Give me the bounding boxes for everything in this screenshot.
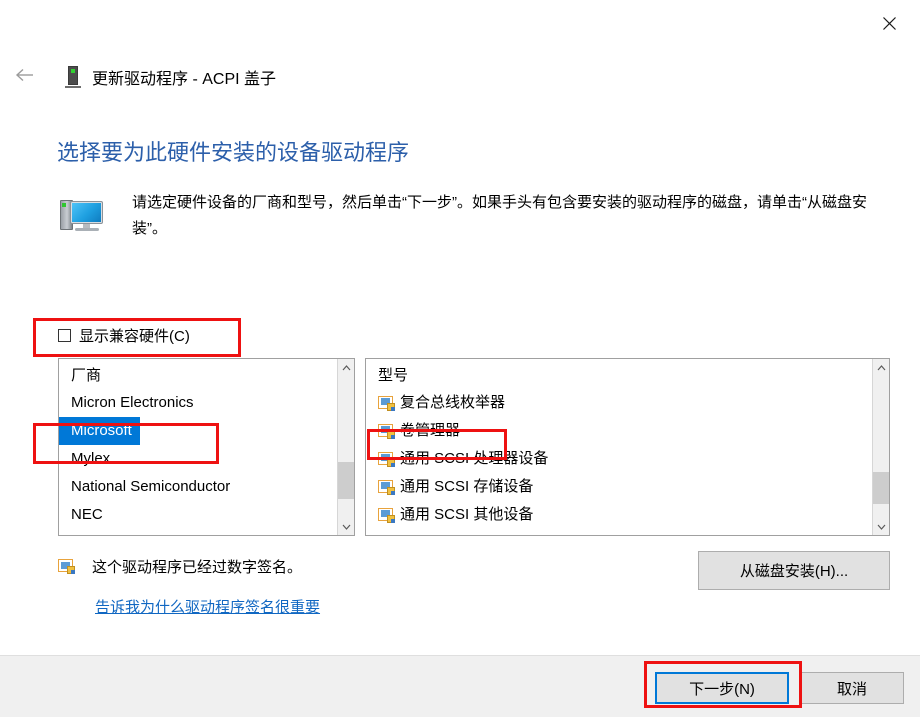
- driver-icon: [378, 451, 395, 467]
- wizard-title: 更新驱动程序 - ACPI 盖子: [92, 71, 277, 88]
- list-item-selected[interactable]: Microsoft: [59, 417, 140, 445]
- next-button[interactable]: 下一步(N): [655, 672, 789, 704]
- driver-icon: [378, 395, 395, 411]
- model-listbox[interactable]: 型号 复合总线枚举器 卷管理器 通用 SCSI 处理器设备 通用 SCSI 存储…: [365, 358, 890, 536]
- signature-help-link[interactable]: 告诉我为什么驱动程序签名很重要: [95, 596, 320, 617]
- manufacturer-list-inner: 厂商 Micron Electronics Microsoft Mylex Na…: [59, 359, 337, 535]
- show-compatible-hardware-checkbox[interactable]: 显示兼容硬件(C): [58, 325, 190, 346]
- list-item-label: 通用 SCSI 存储设备: [400, 478, 534, 495]
- list-item[interactable]: 通用 SCSI 存储设备: [366, 473, 872, 501]
- list-item[interactable]: 复合总线枚举器: [366, 389, 872, 417]
- list-item[interactable]: NEC: [59, 501, 337, 529]
- scrollbar-down-button[interactable]: [873, 518, 889, 535]
- list-item-label: 通用 SCSI 处理器设备: [400, 450, 549, 467]
- list-item-label: NEC: [71, 506, 103, 523]
- cancel-button[interactable]: 取消: [800, 672, 904, 704]
- list-item-row: Microsoft: [59, 417, 337, 445]
- list-item[interactable]: 通用 SCSI 处理器设备: [366, 445, 872, 473]
- scrollbar-up-button[interactable]: [338, 359, 354, 376]
- scrollbar-up-button[interactable]: [873, 359, 889, 376]
- list-item-label: Micron Electronics: [71, 394, 194, 411]
- description-text: 请选定硬件设备的厂商和型号，然后单击“下一步”。如果手头有包含要安装的驱动程序的…: [132, 194, 867, 237]
- wizard-header: 更新驱动程序 - ACPI 盖子: [0, 60, 920, 94]
- list-item[interactable]: 通用 SCSI 其他设备: [366, 501, 872, 529]
- list-item-label: 卷管理器: [400, 422, 461, 439]
- list-item[interactable]: National Semiconductor: [59, 473, 337, 501]
- driver-icon: [378, 423, 395, 439]
- manufacturer-column-header: 厂商: [71, 367, 102, 384]
- device-icon: [64, 66, 82, 88]
- list-item-label: Microsoft: [71, 422, 132, 439]
- driver-icon: [378, 479, 395, 495]
- scrollbar-thumb[interactable]: [338, 462, 354, 499]
- description-block: 请选定硬件设备的厂商和型号，然后单击“下一步”。如果手头有包含要安装的驱动程序的…: [57, 190, 887, 242]
- close-button[interactable]: [866, 8, 912, 38]
- back-button[interactable]: [8, 60, 42, 94]
- list-item[interactable]: Mylex: [59, 445, 337, 473]
- list-item-label: National Semiconductor: [71, 478, 231, 495]
- list-item[interactable]: 卷管理器: [366, 417, 872, 445]
- list-item-label: 复合总线枚举器: [400, 394, 506, 411]
- model-column-header: 型号: [378, 367, 409, 384]
- computer-icon: [57, 194, 107, 240]
- driver-selection-lists: 厂商 Micron Electronics Microsoft Mylex Na…: [58, 358, 890, 536]
- scrollbar-thumb[interactable]: [873, 472, 889, 504]
- page-title: 选择要为此硬件安装的设备驱动程序: [57, 140, 410, 165]
- have-disk-button[interactable]: 从磁盘安装(H)...: [698, 551, 890, 590]
- list-item-label: Mylex: [71, 450, 111, 467]
- driver-signature-row: 这个驱动程序已经过数字签名。: [58, 556, 302, 577]
- driver-signed-icon: [58, 559, 75, 574]
- list-item[interactable]: Micron Electronics: [59, 389, 337, 417]
- scrollbar-down-button[interactable]: [338, 518, 354, 535]
- checkbox-label: 显示兼容硬件(C): [79, 328, 190, 345]
- list-item-label: 通用 SCSI 其他设备: [400, 506, 534, 523]
- manufacturer-scrollbar[interactable]: [337, 359, 354, 535]
- back-arrow-icon: [15, 68, 35, 87]
- model-scrollbar[interactable]: [872, 359, 889, 535]
- manufacturer-listbox[interactable]: 厂商 Micron Electronics Microsoft Mylex Na…: [58, 358, 355, 536]
- signature-text: 这个驱动程序已经过数字签名。: [92, 559, 303, 576]
- driver-icon: [378, 507, 395, 523]
- checkbox-box[interactable]: [58, 329, 71, 342]
- footer-bar: 下一步(N) 取消: [0, 655, 920, 717]
- title-bar: [0, 0, 920, 48]
- close-icon: [882, 16, 896, 30]
- model-list-inner: 型号 复合总线枚举器 卷管理器 通用 SCSI 处理器设备 通用 SCSI 存储…: [366, 359, 872, 535]
